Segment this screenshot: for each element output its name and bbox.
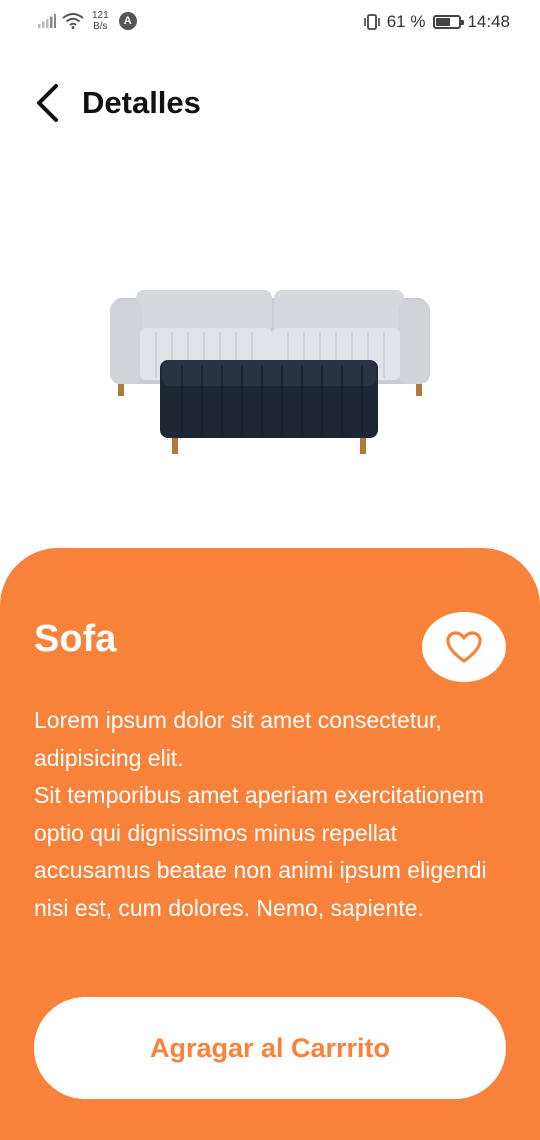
status-right: 61 % 14:48 [363,12,510,32]
favorite-button[interactable] [422,612,506,682]
battery-level-fill [436,18,450,26]
network-speed-value: 121 [92,10,109,21]
battery-percent: 61 % [386,12,426,31]
add-to-cart-button[interactable]: Agragar al Carrrito [34,997,506,1099]
wifi-icon [62,13,84,29]
status-bar: 121 B/s A 61 % 14:48 [0,0,540,46]
sofa-image [110,290,430,454]
back-button[interactable] [30,80,64,126]
product-detail-card: Sofa Lorem ipsum dolor sit amet consecte… [0,548,540,1140]
page-header: Detalles [30,80,201,126]
product-name: Sofa [34,618,117,660]
clock: 14:48 [467,12,510,31]
app-notification-badge: A [118,12,137,30]
product-description: Lorem ipsum dolor sit amet consectetur, … [34,707,487,921]
battery-icon [433,15,465,29]
chevron-left-icon [37,84,58,122]
network-speed: 121 B/s [92,10,109,32]
signal-icon [38,14,56,28]
vibrate-icon [363,14,380,30]
network-speed-unit: B/s [93,21,108,32]
page-title: Detalles [82,85,201,120]
status-left: 121 B/s A [38,10,137,32]
heart-outline-icon [446,631,482,663]
